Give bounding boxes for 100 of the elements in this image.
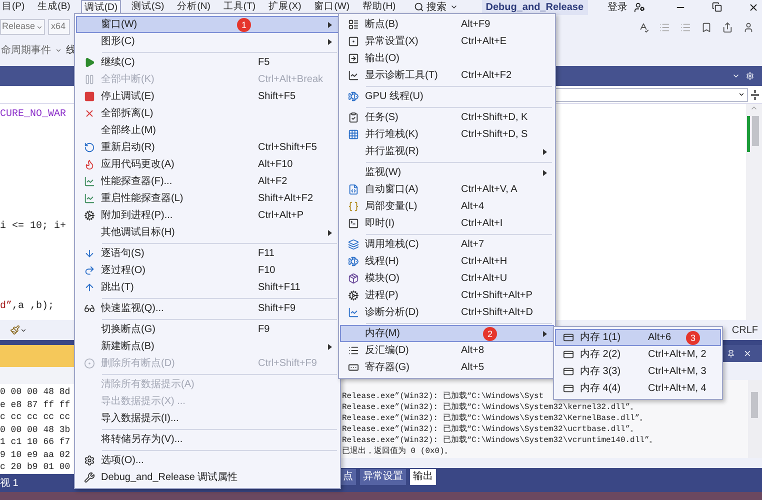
hex-row: c 20 b9 01 00 bbox=[0, 461, 70, 474]
scroll-thumb[interactable] bbox=[751, 392, 758, 418]
platform-dropdown[interactable]: x64 bbox=[48, 19, 70, 35]
menu-item[interactable]: 停止调试(E) Shift+F5 bbox=[76, 88, 339, 105]
user-icon[interactable] bbox=[634, 2, 645, 12]
brush-icon[interactable] bbox=[10, 325, 20, 335]
share-icon[interactable] bbox=[722, 22, 733, 32]
line-ending-label[interactable]: CRLF bbox=[732, 322, 758, 338]
menu-item[interactable]: 逐过程(O) F10 bbox=[76, 262, 339, 279]
menu-item[interactable]: 即时(I) Ctrl+Alt+I bbox=[340, 215, 554, 232]
event-dropdown[interactable]: 命周期事件 bbox=[1, 42, 62, 58]
menu-bar-item[interactable]: 调试(D) bbox=[81, 0, 121, 14]
panel-tab[interactable]: 异常设置 bbox=[360, 469, 406, 485]
menu-item[interactable]: 新建断点(B) bbox=[76, 338, 339, 355]
menu-item[interactable]: 快速监视(Q)... Shift+F9 bbox=[76, 300, 339, 317]
menu-item[interactable]: 自动窗口(A) Ctrl+Alt+V, A bbox=[340, 181, 554, 198]
layers-icon bbox=[348, 239, 358, 250]
menu-item[interactable]: 输出(O) bbox=[340, 50, 554, 67]
menu-item[interactable]: 并行监视(R) bbox=[340, 143, 554, 160]
menu-item[interactable]: 全部拆离(L) bbox=[76, 105, 339, 122]
menu-item[interactable]: 任务(S) Ctrl+Shift+D, K bbox=[340, 109, 554, 126]
menu-bar-item[interactable]: 帮助(H) bbox=[360, 0, 398, 14]
change-marker bbox=[747, 116, 750, 152]
menu-bar-item[interactable]: 生成(B) bbox=[36, 0, 72, 14]
curved-arrow-icon bbox=[84, 265, 94, 276]
menu-item[interactable]: 线程(H) Ctrl+Alt+H bbox=[340, 253, 554, 270]
menu-item[interactable]: 断点(B) Alt+F9 bbox=[340, 16, 554, 33]
output-line: Release.exe”(Win32): 已加载“C:\Windows\System32\ucrtbase.dll”。 bbox=[342, 424, 638, 435]
menu-item[interactable]: 全部终止(M) bbox=[76, 122, 339, 139]
menu-item[interactable]: 内存(M) 2 bbox=[340, 325, 554, 342]
panel-tab[interactable]: 输出 bbox=[410, 469, 436, 485]
split-icon[interactable] bbox=[750, 88, 760, 100]
menu-item[interactable]: 调用堆栈(C) Alt+7 bbox=[340, 236, 554, 253]
menu-bar-item[interactable]: 工具(T) bbox=[221, 0, 258, 14]
menu-item[interactable]: Debug_and_Release 调试属性 bbox=[76, 469, 339, 486]
menu-item[interactable]: 其他调试目标(H) bbox=[76, 224, 339, 241]
menu-item[interactable]: 监视(W) bbox=[340, 164, 554, 181]
search-button[interactable]: 搜索 bbox=[414, 0, 458, 14]
menu-item[interactable]: 跳出(T) Shift+F11 bbox=[76, 279, 339, 296]
settings-icon[interactable] bbox=[746, 72, 754, 80]
menu-item[interactable]: 切换断点(G) F9 bbox=[76, 321, 339, 338]
scroll-thumb[interactable] bbox=[752, 116, 759, 146]
hex-row: 0 00 00 48 3b bbox=[0, 424, 70, 436]
play-icon bbox=[84, 57, 94, 68]
menu-bar-item[interactable]: 扩展(X) bbox=[266, 0, 304, 14]
close-icon[interactable] bbox=[748, 2, 759, 12]
menu-item[interactable]: 内存 3(3) Ctrl+Alt+M, 3 bbox=[555, 363, 721, 380]
menu-bar-item[interactable]: 目(P) bbox=[0, 0, 27, 14]
horizontal-scrollbar[interactable] bbox=[338, 458, 762, 468]
spell-check-icon[interactable] bbox=[638, 22, 649, 32]
card-icon bbox=[562, 366, 574, 377]
menu-bar-item[interactable]: 窗口(W) bbox=[312, 0, 352, 14]
settings-icon bbox=[84, 455, 94, 466]
bookmark-icon[interactable] bbox=[701, 22, 712, 32]
caret-icon[interactable] bbox=[732, 72, 740, 80]
scrollbar[interactable] bbox=[746, 104, 762, 320]
terminal-icon bbox=[348, 218, 358, 229]
gear-icon bbox=[348, 290, 358, 301]
panel-tab[interactable]: 点 bbox=[340, 469, 356, 485]
menu-item[interactable]: 将转储另存为(V)... bbox=[76, 431, 339, 448]
menu-item[interactable]: 内存 2(2) Ctrl+Alt+M, 2 bbox=[555, 346, 721, 363]
menu-item[interactable]: 选项(O)... bbox=[76, 452, 339, 469]
menu-item[interactable]: 窗口(W) 1 bbox=[76, 16, 339, 33]
configuration-dropdown[interactable]: Release bbox=[0, 19, 46, 35]
menu-item[interactable]: 性能探查器(F)... Alt+F2 bbox=[76, 173, 339, 190]
output-line: 已退出，返回值为 0 (0x0)。 bbox=[342, 446, 452, 457]
menu-item[interactable]: 内存 4(4) Ctrl+Alt+M, 4 bbox=[555, 380, 721, 397]
user-icon[interactable] bbox=[743, 22, 754, 32]
login-link[interactable]: 登录 bbox=[608, 0, 628, 14]
menu-item[interactable]: 导入数据提示(I)... bbox=[76, 410, 339, 427]
panel-tab[interactable]: 视 1 bbox=[0, 476, 18, 490]
menu-item[interactable]: 图形(C) bbox=[76, 33, 339, 50]
menu-item[interactable]: GPU 线程(U) bbox=[340, 88, 554, 105]
menu-item[interactable]: 应用代码更改(A) Alt+F10 bbox=[76, 156, 339, 173]
menu-item[interactable]: 进程(P) Ctrl+Shift+Alt+P bbox=[340, 287, 554, 304]
menu-item[interactable]: 并行堆栈(K) Ctrl+Shift+D, S bbox=[340, 126, 554, 143]
menu-item[interactable]: 诊断分析(D) Ctrl+Shift+Alt+D bbox=[340, 304, 554, 321]
menu-item[interactable]: 反汇编(D) Alt+8 bbox=[340, 342, 554, 359]
menu-item[interactable]: 模块(O) Ctrl+Alt+U bbox=[340, 270, 554, 287]
close-icon[interactable] bbox=[743, 349, 752, 358]
menu-item[interactable]: 局部变量(L) Alt+4 bbox=[340, 198, 554, 215]
restore-icon[interactable] bbox=[712, 2, 722, 12]
menu-item[interactable]: 继续(C) F5 bbox=[76, 54, 339, 71]
up-arrow-icon bbox=[84, 282, 94, 293]
menu-bar-item[interactable]: 测试(S) bbox=[130, 0, 166, 14]
menu-item[interactable]: 附加到进程(P)... Ctrl+Alt+P bbox=[76, 207, 339, 224]
menu-item[interactable]: 逐语句(S) F11 bbox=[76, 245, 339, 262]
menu-item[interactable]: 显示诊断工具(T) Ctrl+Alt+F2 bbox=[340, 67, 554, 84]
menu-item[interactable]: 内存 1(1) Alt+6 3 bbox=[555, 329, 721, 346]
pin-icon[interactable] bbox=[727, 350, 735, 358]
hex-row: 9 10 e9 aa 02 bbox=[0, 448, 70, 461]
chart-icon bbox=[348, 70, 358, 81]
caret-icon[interactable] bbox=[20, 326, 27, 334]
menu-item[interactable]: 重新启动(R) Ctrl+Shift+F5 bbox=[76, 139, 339, 156]
menu-item[interactable]: 重启性能探查器(L) Shift+Alt+F2 bbox=[76, 190, 339, 207]
menu-item[interactable]: 异常设置(X) Ctrl+Alt+E bbox=[340, 33, 554, 50]
scrollbar[interactable] bbox=[748, 380, 762, 458]
menu-bar-item[interactable]: 分析(N) bbox=[175, 0, 212, 14]
pause-icon bbox=[84, 74, 94, 85]
menu-item[interactable]: 寄存器(G) Alt+5 bbox=[340, 359, 554, 376]
